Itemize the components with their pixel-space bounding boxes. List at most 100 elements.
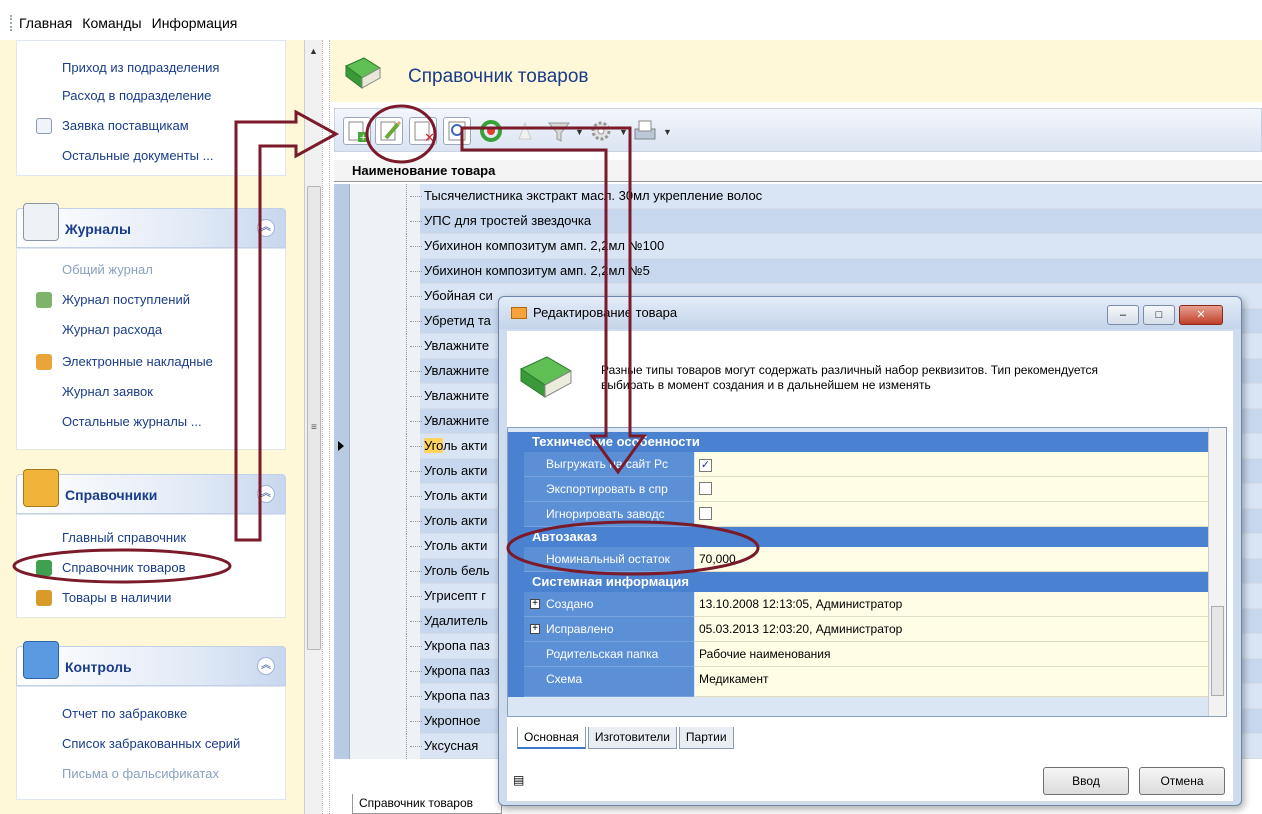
expand-icon[interactable]: + bbox=[530, 599, 540, 609]
prop-scheme[interactable]: Схема Медикамент bbox=[508, 667, 1208, 697]
property-grid-scrollbar[interactable] bbox=[1208, 428, 1226, 716]
sidebar-item-expense-journal[interactable]: Журнал расхода bbox=[62, 322, 162, 337]
column-header-name[interactable]: Наименование товара bbox=[352, 163, 495, 178]
table-row[interactable]: Убихинон композитум амп. 2,2мл №100 bbox=[334, 234, 1262, 259]
print-dropdown-icon[interactable]: ▼ bbox=[663, 127, 672, 137]
tab-batches[interactable]: Партии bbox=[678, 727, 734, 749]
chevron-up-icon[interactable]: ︽ bbox=[257, 657, 275, 675]
sidebar-item-falsification-letters[interactable]: Письма о фальсификатах bbox=[62, 766, 219, 781]
filter-dropdown-icon[interactable]: ▼ bbox=[575, 127, 584, 137]
gear-icon[interactable] bbox=[587, 117, 615, 145]
prop-value[interactable]: Медикамент bbox=[695, 667, 1208, 697]
sidebar-item-incoming-dept[interactable]: Приход из подразделения bbox=[62, 60, 219, 75]
splitter[interactable] bbox=[322, 40, 330, 814]
row-selector[interactable] bbox=[334, 459, 350, 484]
edit-icon[interactable] bbox=[375, 117, 403, 145]
tab-main[interactable]: Основная bbox=[517, 727, 586, 749]
sidebar-item-products-in-stock[interactable]: Товары в наличии bbox=[62, 590, 171, 605]
control-header[interactable]: Контроль ︽ bbox=[16, 641, 286, 686]
chevron-up-icon[interactable]: ︽ bbox=[257, 219, 275, 237]
add-icon[interactable]: + bbox=[343, 117, 371, 145]
scroll-thumb[interactable] bbox=[307, 186, 321, 650]
row-selector[interactable] bbox=[334, 534, 350, 559]
menu-main[interactable]: Главная bbox=[19, 15, 72, 31]
row-selector[interactable] bbox=[334, 609, 350, 634]
journals-header[interactable]: Журналы ︽ bbox=[16, 203, 286, 248]
row-selector[interactable] bbox=[334, 509, 350, 534]
refresh-icon[interactable] bbox=[477, 117, 505, 145]
row-selector[interactable] bbox=[334, 659, 350, 684]
row-selector[interactable] bbox=[334, 584, 350, 609]
row-selector[interactable] bbox=[334, 334, 350, 359]
tab-manufacturers[interactable]: Изготовители bbox=[587, 727, 677, 749]
sidebar-item-main-directory[interactable]: Главный справочник bbox=[62, 530, 186, 545]
menu-icon[interactable]: ▤ bbox=[513, 773, 529, 789]
prop-ignore[interactable]: Игнорировать заводс bbox=[508, 502, 1208, 527]
sidebar-item-rejected-series[interactable]: Список забракованных серий bbox=[62, 736, 240, 751]
tab-products-directory[interactable]: Справочник товаров bbox=[352, 794, 502, 814]
row-selector[interactable] bbox=[334, 384, 350, 409]
checkbox-upload[interactable]: ✓ bbox=[699, 459, 712, 472]
sidebar-item-requests-journal[interactable]: Журнал заявок bbox=[62, 384, 153, 399]
table-row[interactable]: Тысячелистника экстракт масл. 30мл укреп… bbox=[334, 184, 1262, 209]
ok-button[interactable]: Ввод bbox=[1043, 767, 1129, 795]
sidebar-item-electronic-invoices[interactable]: Электронные накладные bbox=[62, 354, 213, 369]
grid-header[interactable]: Наименование товара bbox=[334, 160, 1262, 182]
minimize-button[interactable]: – bbox=[1107, 305, 1139, 325]
filter-icon[interactable] bbox=[545, 117, 573, 145]
prop-parent-folder[interactable]: Родительская папка Рабочие наименования bbox=[508, 642, 1208, 667]
delete-icon[interactable]: ✕ bbox=[409, 117, 437, 145]
row-selector[interactable] bbox=[334, 634, 350, 659]
prop-fixed[interactable]: Исправлено + 05.03.2013 12:03:20, Админи… bbox=[508, 617, 1208, 642]
expand-icon[interactable]: + bbox=[530, 624, 540, 634]
scroll-up-arrow-icon[interactable]: ▲ bbox=[309, 46, 318, 56]
prop-value[interactable]: 70,000 bbox=[695, 547, 1208, 572]
directories-header[interactable]: Справочники ︽ bbox=[16, 469, 286, 514]
prop-value[interactable]: Рабочие наименования bbox=[695, 642, 1208, 667]
sidebar-scrollbar[interactable]: ▲ ≡ bbox=[304, 40, 322, 814]
row-selector[interactable] bbox=[334, 409, 350, 434]
prop-value[interactable] bbox=[695, 502, 1208, 527]
row-selector[interactable] bbox=[334, 234, 350, 259]
menu-commands[interactable]: Команды bbox=[82, 15, 141, 31]
row-selector[interactable] bbox=[334, 709, 350, 734]
sidebar-item-receipts-journal[interactable]: Журнал поступлений bbox=[62, 292, 190, 307]
print-icon[interactable] bbox=[631, 117, 659, 145]
row-selector[interactable] bbox=[334, 284, 350, 309]
cancel-button[interactable]: Отмена bbox=[1139, 767, 1225, 795]
category-autoorder[interactable]: Автозаказ bbox=[508, 527, 1208, 547]
table-row[interactable]: УПС для тростей звездочка bbox=[334, 209, 1262, 234]
chevron-up-icon[interactable]: ︽ bbox=[257, 485, 275, 503]
row-selector[interactable] bbox=[334, 259, 350, 284]
row-selector[interactable] bbox=[334, 559, 350, 584]
maximize-button[interactable]: □ bbox=[1143, 305, 1175, 325]
checkbox-ignore[interactable] bbox=[699, 507, 712, 520]
sidebar-item-outgoing-dept[interactable]: Расход в подразделение bbox=[62, 88, 211, 103]
category-system[interactable]: Системная информация bbox=[508, 572, 1208, 592]
row-selector[interactable] bbox=[334, 359, 350, 384]
row-selector[interactable] bbox=[334, 309, 350, 334]
prop-value[interactable] bbox=[695, 477, 1208, 502]
gear-dropdown-icon[interactable]: ▼ bbox=[619, 127, 628, 137]
sidebar-item-supplier-requests[interactable]: Заявка поставщикам bbox=[62, 118, 189, 133]
prop-upload-site[interactable]: Выгружать на сайт Рс ✓ bbox=[508, 452, 1208, 477]
row-selector[interactable] bbox=[334, 484, 350, 509]
prop-export[interactable]: Экспортировать в спр bbox=[508, 477, 1208, 502]
sidebar-item-other-journals[interactable]: Остальные журналы ... bbox=[62, 414, 202, 429]
row-selector[interactable] bbox=[334, 734, 350, 759]
prop-value[interactable]: ✓ bbox=[695, 452, 1208, 477]
pin-icon[interactable] bbox=[511, 117, 539, 145]
dialog-titlebar[interactable]: Редактирование товара – □ ✕ bbox=[499, 297, 1241, 329]
scroll-thumb[interactable] bbox=[1211, 606, 1224, 696]
row-selector[interactable] bbox=[334, 684, 350, 709]
preview-icon[interactable] bbox=[443, 117, 471, 145]
sidebar-item-other-documents[interactable]: Остальные документы ... bbox=[62, 148, 213, 163]
row-selector[interactable] bbox=[334, 209, 350, 234]
sidebar-item-rejection-report[interactable]: Отчет по забраковке bbox=[62, 706, 187, 721]
close-button[interactable]: ✕ bbox=[1179, 305, 1223, 325]
sidebar-item-products-directory[interactable]: Справочник товаров bbox=[62, 560, 186, 575]
prop-created[interactable]: Создано + 13.10.2008 12:13:05, Администр… bbox=[508, 592, 1208, 617]
sidebar-item-general-journal[interactable]: Общий журнал bbox=[62, 262, 153, 277]
row-selector[interactable] bbox=[334, 184, 350, 209]
table-row[interactable]: Убихинон композитум амп. 2,2мл №5 bbox=[334, 259, 1262, 284]
